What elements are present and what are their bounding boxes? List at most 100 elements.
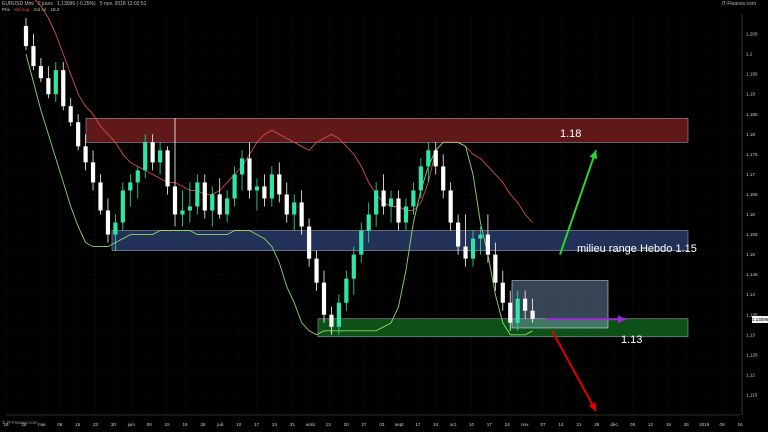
candle[interactable] (262, 186, 267, 199)
x-tick-label: 26 (684, 422, 690, 427)
y-tick-label: 1,16 (746, 212, 755, 217)
x-tick-label: 09 (720, 422, 726, 427)
candle[interactable] (366, 214, 371, 231)
candle[interactable] (38, 66, 43, 79)
x-tick-label: 10 (236, 422, 242, 427)
candle[interactable] (180, 210, 185, 215)
candle[interactable] (247, 158, 252, 191)
y-tick-label: 1,165 (746, 192, 758, 197)
candle[interactable] (374, 190, 379, 215)
candle[interactable] (46, 78, 51, 95)
candle[interactable] (463, 246, 468, 259)
candle[interactable] (90, 162, 96, 183)
candle[interactable] (53, 70, 58, 95)
candle[interactable] (120, 190, 125, 223)
candle[interactable] (83, 146, 88, 163)
candle[interactable] (307, 226, 312, 259)
candle[interactable] (500, 282, 505, 303)
candle[interactable] (359, 230, 364, 255)
candle[interactable] (135, 170, 140, 183)
x-tick-label: 24 (505, 422, 511, 427)
candle[interactable] (269, 174, 274, 199)
y-tick-label: 1,14 (746, 292, 755, 297)
candle[interactable] (143, 142, 148, 171)
candle[interactable] (381, 190, 386, 207)
candle[interactable] (321, 282, 327, 315)
candle[interactable] (98, 182, 103, 211)
candle[interactable] (403, 206, 409, 223)
y-tick-label: 1,12 (746, 372, 755, 377)
x-tick-label: 28 (594, 422, 600, 427)
candle[interactable] (426, 150, 431, 167)
price-chart[interactable]: 1,205 1,2 1,195 1,19 1,185 1,18 1,175 1,17 1,165… (0, 0, 768, 432)
candle[interactable] (172, 186, 178, 215)
resistance-zone[interactable] (85, 117, 689, 143)
candle[interactable] (284, 194, 289, 215)
candle[interactable] (508, 302, 513, 323)
x-tick-label: 21 (576, 422, 582, 427)
x-tick-label: 13 (326, 422, 332, 427)
candle[interactable] (292, 202, 297, 215)
candle[interactable] (158, 150, 163, 163)
candle[interactable] (195, 182, 200, 207)
y-tick-label: 1,175 (746, 152, 758, 157)
x-tick-label: juin (127, 422, 136, 427)
candle[interactable] (329, 314, 334, 327)
candle[interactable] (187, 206, 192, 211)
y-tick-label: 1,145 (746, 272, 758, 277)
candle[interactable] (470, 238, 476, 259)
x-tick-label: 23 (93, 422, 99, 427)
candle[interactable] (225, 198, 230, 215)
x-tick-label: 08 (147, 422, 153, 427)
x-tick-label: 17 (254, 422, 260, 427)
x-tick-label: 14 (558, 422, 564, 427)
candle[interactable] (76, 122, 81, 147)
candle[interactable] (493, 254, 498, 283)
candle[interactable] (232, 174, 237, 199)
candle[interactable] (396, 198, 401, 223)
y-tick-label: 1,15 (746, 252, 755, 257)
arrow-down (551, 330, 597, 412)
candle[interactable] (61, 70, 66, 107)
candle[interactable] (105, 210, 111, 235)
y-tick-label: 1,13 (746, 332, 755, 337)
candle[interactable] (344, 278, 349, 303)
candle[interactable] (254, 186, 260, 191)
candle[interactable] (388, 198, 394, 207)
candle[interactable] (418, 166, 423, 191)
candle[interactable] (433, 150, 438, 167)
x-tick-label: 12 (648, 422, 654, 427)
candle[interactable] (31, 46, 36, 67)
candle[interactable] (202, 182, 207, 211)
candle[interactable] (314, 258, 319, 283)
candle[interactable] (150, 142, 155, 163)
candle[interactable] (68, 106, 73, 123)
candle[interactable] (217, 194, 222, 215)
candle[interactable] (441, 166, 446, 191)
candle[interactable] (448, 190, 453, 223)
y-tick-label: 1,185 (746, 112, 758, 117)
candle[interactable] (299, 202, 304, 227)
candle[interactable] (239, 158, 245, 175)
support-zone-label: 1.13 (621, 334, 643, 346)
y-tick-label: 1,2 (746, 52, 753, 57)
candle[interactable] (210, 194, 215, 211)
candle[interactable] (113, 222, 118, 235)
candle[interactable] (336, 302, 341, 327)
x-tick-label: 08 (57, 422, 63, 427)
candle[interactable] (515, 298, 520, 323)
x-tick-label: 17 (487, 422, 493, 427)
candle[interactable] (277, 174, 282, 195)
candle[interactable] (485, 234, 490, 255)
candle[interactable] (523, 298, 528, 311)
candle[interactable] (165, 150, 170, 187)
x-tick-label: 19 (182, 422, 188, 427)
candle[interactable] (351, 254, 356, 279)
candle[interactable] (456, 222, 461, 247)
candle[interactable] (478, 234, 483, 239)
candle[interactable] (530, 310, 535, 319)
y-tick-label: 1,115 (746, 392, 758, 397)
candle[interactable] (128, 182, 133, 191)
candle[interactable] (411, 190, 416, 207)
candle[interactable] (23, 26, 29, 47)
